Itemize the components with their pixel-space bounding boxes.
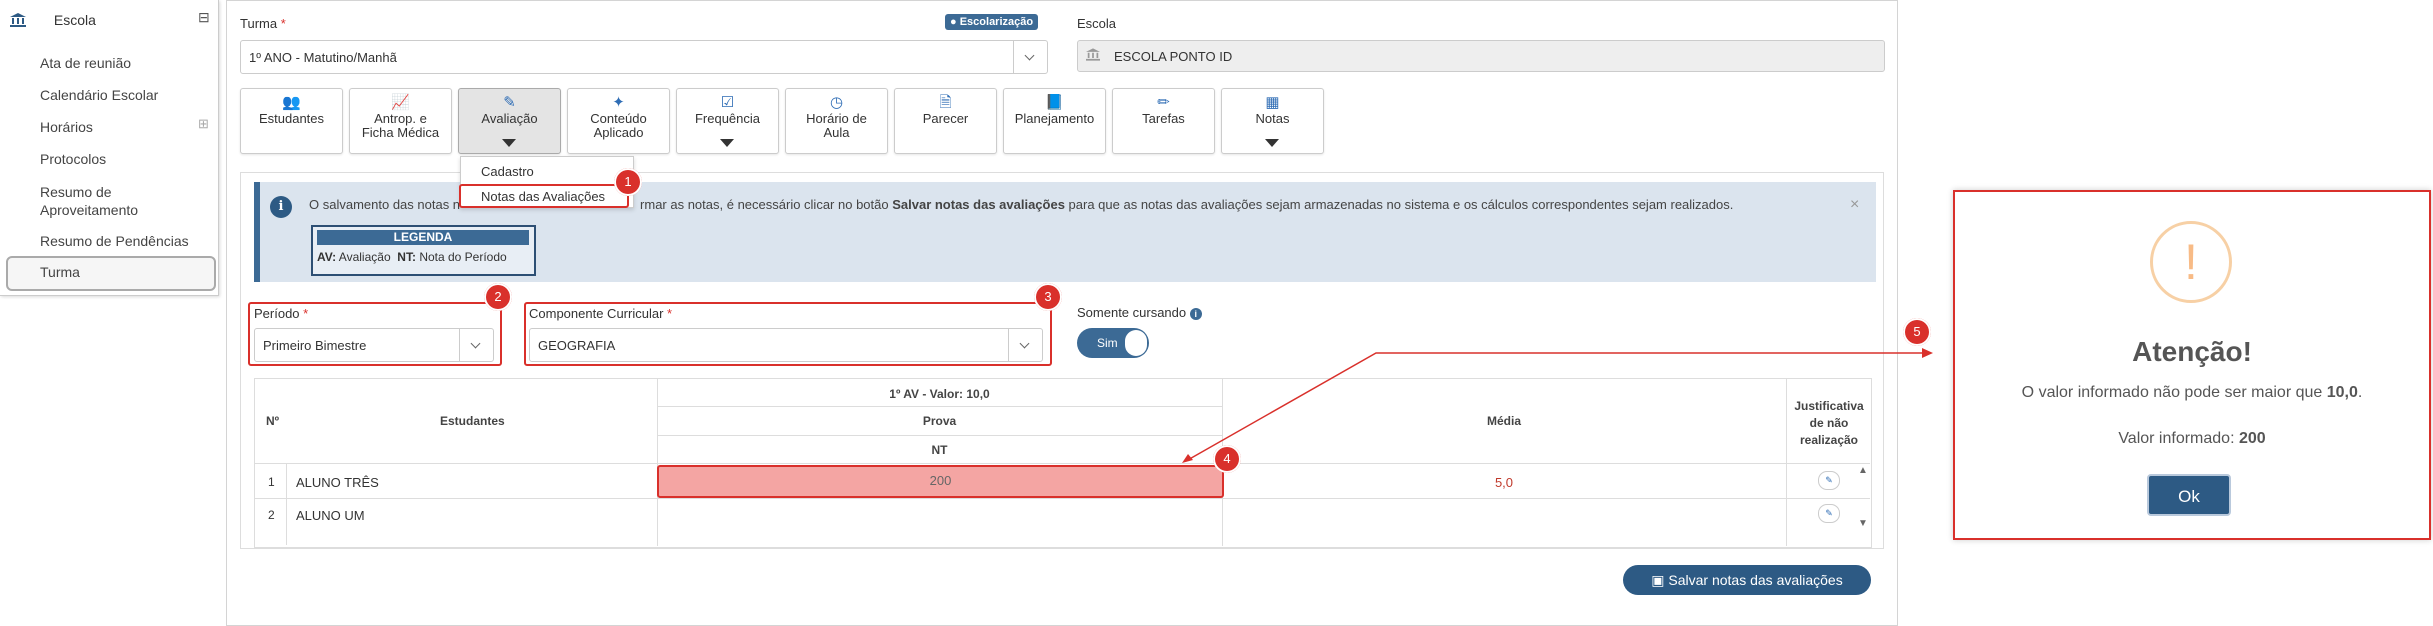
modal-title: Atenção! <box>2132 336 2252 367</box>
ok-button[interactable]: Ok <box>2147 474 2231 516</box>
warning-icon: ! <box>2150 221 2232 303</box>
modal-message: O valor informado não pode ser maior que… <box>2021 384 2363 401</box>
modal-valor: Valor informado: 200 <box>2118 430 2266 447</box>
